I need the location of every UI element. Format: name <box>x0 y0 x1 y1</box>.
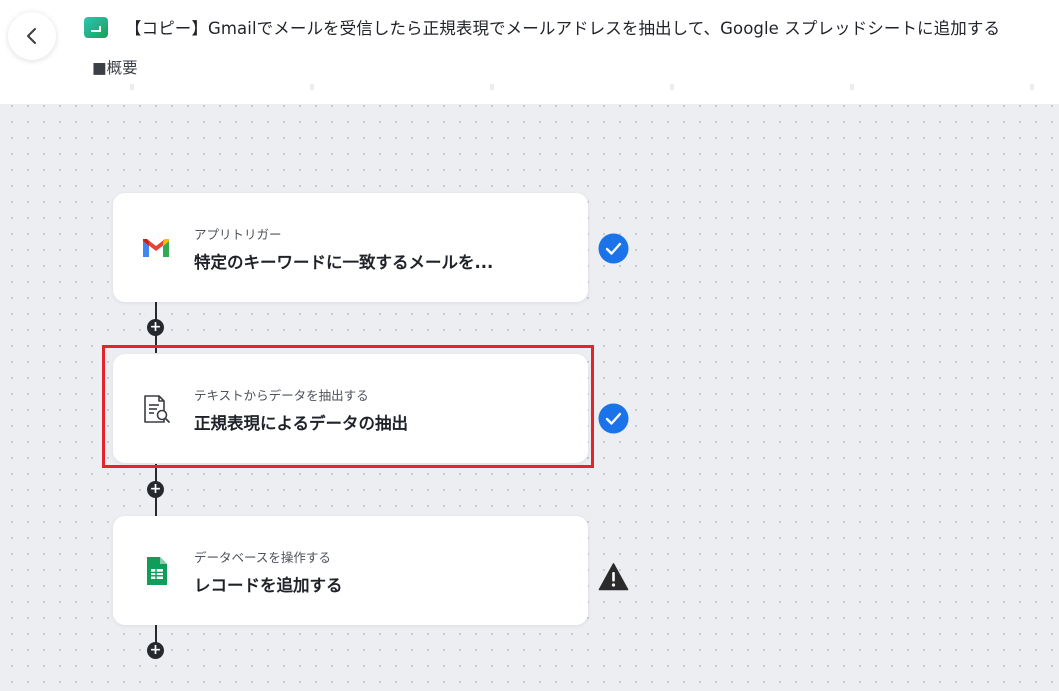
gmail-icon <box>143 239 169 257</box>
back-button[interactable] <box>8 12 56 60</box>
step-title: 正規表現によるデータの抽出 <box>194 414 409 433</box>
flow-title: 【コピー】Gmailでメールを受信したら正規表現でメールアドレスを抽出して、Go… <box>125 19 1001 38</box>
google-sheets-icon <box>147 557 167 585</box>
check-circle-icon <box>598 403 629 434</box>
chevron-left-icon <box>27 28 36 44</box>
step-card-extract[interactable]: テキストからデータを抽出する 正規表現によるデータの抽出 <box>113 354 588 463</box>
warning-triangle-icon <box>598 563 629 591</box>
add-step-button[interactable]: + <box>147 481 164 498</box>
step-category: アプリトリガー <box>194 227 282 242</box>
flow-description: ■概要 <box>92 59 138 77</box>
add-step-button[interactable]: + <box>147 319 164 336</box>
description-overflow <box>0 84 1059 90</box>
check-circle-icon <box>598 233 629 264</box>
step-category: テキストからデータを抽出する <box>194 388 369 403</box>
step-title: レコードを追加する <box>194 576 343 595</box>
step-card-database[interactable]: データベースを操作する レコードを追加する <box>113 516 588 625</box>
flow-header: 【コピー】Gmailでメールを受信したら正規表現でメールアドレスを抽出して、Go… <box>0 0 1059 104</box>
document-search-icon <box>144 395 170 423</box>
step-card-trigger[interactable]: アプリトリガー 特定のキーワードに一致するメールを... <box>113 193 588 302</box>
step-title: 特定のキーワードに一致するメールを... <box>194 253 494 272</box>
add-step-button[interactable]: + <box>147 642 164 659</box>
flowbot-icon <box>84 17 108 38</box>
step-category: データベースを操作する <box>194 550 331 565</box>
